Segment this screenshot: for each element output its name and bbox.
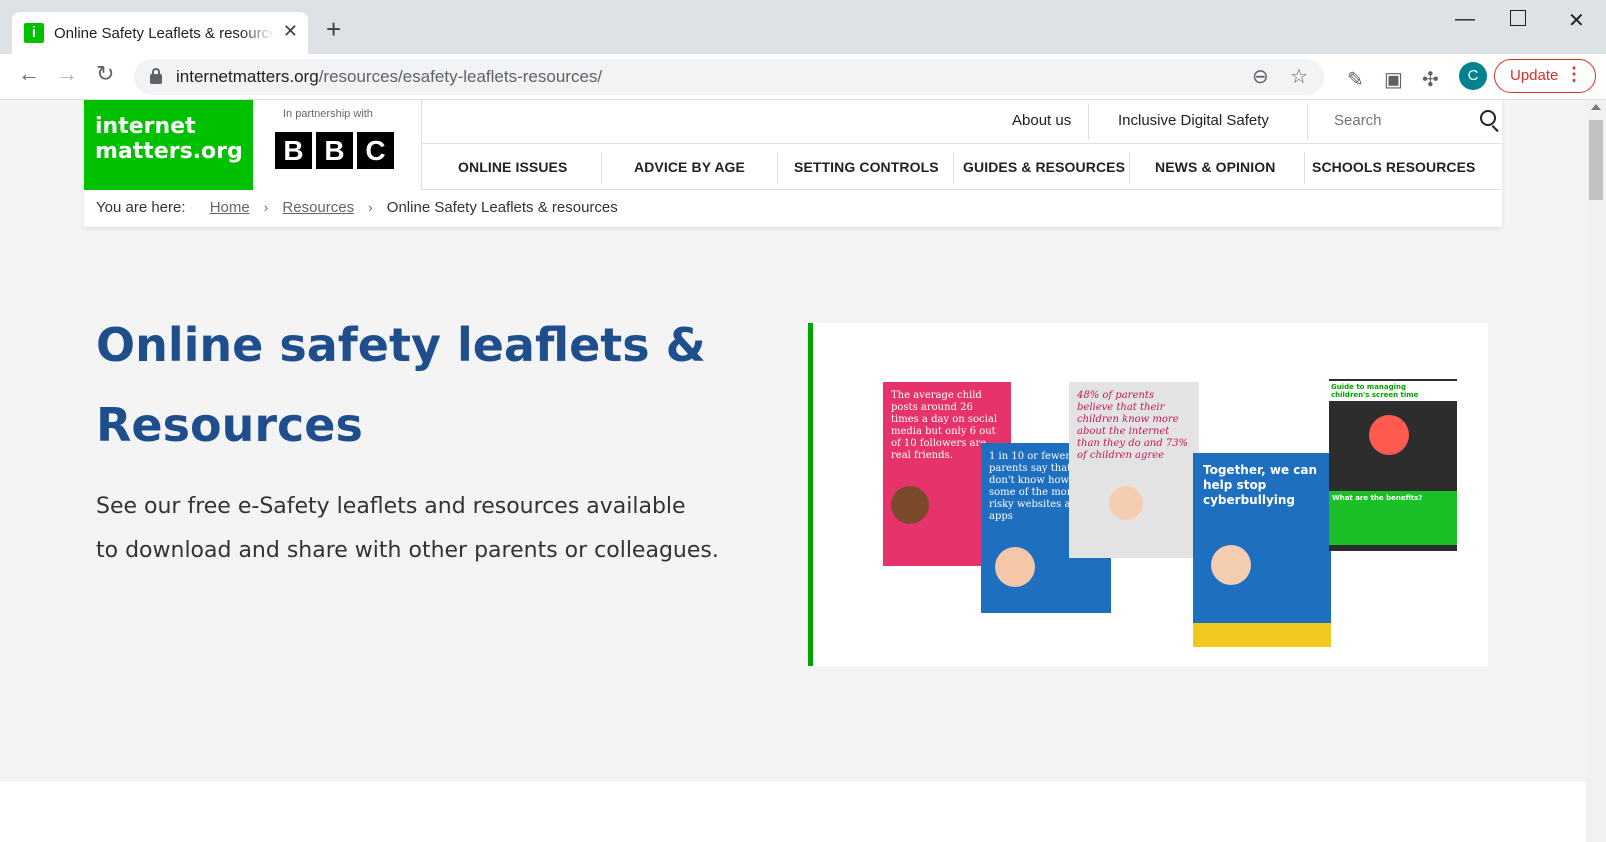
- browser-toolbar: ← → ↻ internetmatters.org/resources/esaf…: [0, 54, 1606, 100]
- browser-titlebar: i Online Safety Leaflets & resources ✕ +…: [0, 0, 1606, 54]
- maximize-icon[interactable]: [1510, 10, 1526, 26]
- bbc-letter: B: [275, 132, 312, 169]
- bbc-letter: B: [316, 132, 353, 169]
- leaflet-benefits-text: What are the benefits?: [1329, 491, 1457, 545]
- chevron-right-icon: ›: [368, 200, 373, 215]
- page-description: See our free e-Safety leaflets and resou…: [96, 485, 796, 573]
- title-line2: Resources: [96, 398, 363, 452]
- puzzle-extensions-icon[interactable]: ✣: [1422, 67, 1439, 92]
- top-links-bar: About us Inclusive Digital Safety: [422, 100, 1502, 144]
- close-window-icon[interactable]: ✕: [1568, 8, 1585, 33]
- browser-tab[interactable]: i Online Safety Leaflets & resources ✕: [12, 12, 308, 54]
- nav-advice-by-age[interactable]: ADVICE BY AGE: [634, 159, 745, 175]
- eyedropper-extension-icon[interactable]: ✎: [1347, 67, 1364, 92]
- leaflet-grey-text: 48% of parents believe that their childr…: [1077, 390, 1189, 461]
- site-logo[interactable]: internet matters.org: [84, 100, 253, 190]
- url-text: internetmatters.org/resources/esafety-le…: [176, 67, 603, 86]
- leaflet-screen-time: Guide to managing children's screen time…: [1329, 379, 1457, 551]
- content-section-below: [0, 782, 1586, 842]
- desc-line1: See our free e-Safety leaflets and resou…: [96, 494, 686, 519]
- breadcrumb-prefix: You are here:: [96, 199, 186, 216]
- forward-arrow-icon[interactable]: →: [56, 63, 78, 85]
- site-header: internet matters.org In partnership with…: [84, 100, 1502, 227]
- web-page: internet matters.org In partnership with…: [0, 100, 1586, 842]
- nav-setting-controls[interactable]: SETTING CONTROLS: [794, 159, 939, 175]
- bbc-letter: C: [357, 132, 394, 169]
- desc-line2: to download and share with other parents…: [96, 538, 719, 563]
- breadcrumb-resources-link[interactable]: Resources: [282, 199, 354, 216]
- profile-avatar[interactable]: C: [1459, 62, 1487, 90]
- nav-schools-resources[interactable]: SCHOOLS RESOURCES: [1312, 159, 1476, 175]
- nav-online-issues[interactable]: ONLINE ISSUES: [458, 159, 567, 175]
- chevron-right-icon: ›: [263, 200, 269, 215]
- search-input[interactable]: [1334, 112, 1434, 129]
- breadcrumb-current: Online Safety Leaflets & resources: [386, 199, 618, 216]
- close-tab-icon[interactable]: ✕: [283, 21, 298, 42]
- inclusive-digital-safety-link[interactable]: Inclusive Digital Safety: [1118, 112, 1269, 129]
- nav-news-opinion[interactable]: NEWS & OPINION: [1155, 159, 1275, 175]
- scroll-up-icon[interactable]: [1591, 104, 1601, 110]
- partner-text: In partnership with: [283, 108, 373, 120]
- lock-icon[interactable]: [150, 68, 162, 84]
- minimize-icon[interactable]: —: [1455, 8, 1475, 31]
- site-favicon-icon: i: [24, 23, 44, 43]
- title-line1: Online safety leaflets &: [96, 318, 706, 372]
- logo-line2: matters.org: [95, 139, 243, 164]
- leaflet-cyberbullying: Together, we can help stop cyberbullying: [1193, 453, 1331, 647]
- leaflet-grey: 48% of parents believe that their childr…: [1069, 382, 1199, 558]
- leaflet-screen-text: Guide to managing children's screen time: [1329, 381, 1457, 401]
- bookmark-star-icon[interactable]: ☆: [1290, 64, 1308, 89]
- breadcrumb-home-link[interactable]: Home: [210, 199, 250, 216]
- scrollbar-thumb[interactable]: [1589, 120, 1603, 200]
- search-icon[interactable]: [1480, 110, 1502, 133]
- nav-guides-resources[interactable]: GUIDES & RESOURCES: [963, 159, 1125, 175]
- new-tab-icon[interactable]: +: [326, 16, 341, 42]
- tab-title: Online Safety Leaflets & resources: [54, 24, 274, 42]
- reload-icon[interactable]: ↻: [96, 63, 114, 85]
- logo-line1: internet: [95, 114, 196, 139]
- update-button[interactable]: Update ⋮: [1494, 59, 1596, 93]
- leaflets-collage-image: The average child posts around 26 times …: [808, 323, 1488, 666]
- breadcrumb: You are here: Home › Resources › Online …: [84, 190, 1502, 227]
- page-title: Online safety leaflets & Resources: [96, 305, 776, 465]
- back-arrow-icon[interactable]: ←: [18, 63, 40, 85]
- vertical-scrollbar[interactable]: [1586, 100, 1606, 842]
- leaflet-cyber-text: Together, we can help stop cyberbullying: [1203, 463, 1318, 507]
- bbc-logo: B B C: [275, 132, 394, 169]
- menu-dots-icon[interactable]: ⋮: [1565, 64, 1583, 85]
- address-bar[interactable]: internetmatters.org/resources/esafety-le…: [134, 59, 1324, 95]
- about-us-link[interactable]: About us: [1012, 112, 1071, 129]
- bbc-partner: In partnership with B B C: [253, 100, 422, 190]
- cast-extension-icon[interactable]: ▣: [1384, 67, 1403, 92]
- main-nav: ONLINE ISSUES ADVICE BY AGE SETTING CONT…: [422, 144, 1502, 190]
- zoom-icon[interactable]: ⊖: [1252, 64, 1269, 89]
